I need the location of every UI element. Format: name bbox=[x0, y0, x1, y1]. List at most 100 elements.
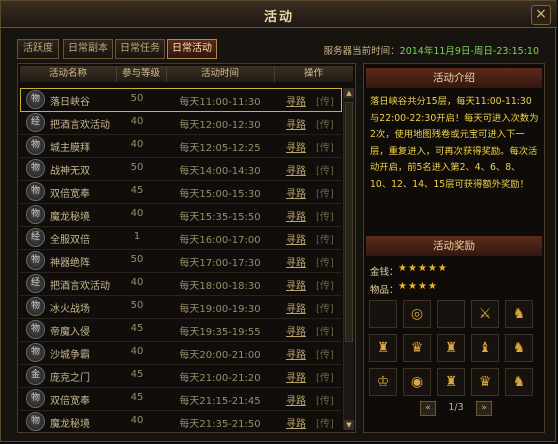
bracer-icon[interactable]: ♝ bbox=[471, 334, 499, 362]
activity-time: 每天11:00-11:30 bbox=[179, 97, 261, 108]
close-button[interactable]: × bbox=[531, 5, 551, 25]
activity-type-icon: 经 bbox=[26, 228, 45, 247]
activity-time: 每天19:35-19:55 bbox=[179, 327, 261, 338]
scroll-down-button[interactable]: ▼ bbox=[344, 420, 354, 430]
medal-icon[interactable]: ◎ bbox=[403, 300, 431, 328]
table-row[interactable]: 物双倍宽奉 45 每天15:00-15:30 寻路 [传] bbox=[20, 180, 342, 204]
teleport-link[interactable]: [传] bbox=[316, 162, 334, 177]
pathfind-link[interactable]: 寻路 bbox=[286, 369, 306, 384]
table-row[interactable]: 物魔龙秘境 40 每天21:35-21:50 寻路 [传] bbox=[20, 410, 342, 432]
pathfind-link[interactable]: 寻路 bbox=[286, 139, 306, 154]
table-row[interactable]: 经把酒言欢活动 40 每天12:00-12:30 寻路 [传] bbox=[20, 111, 342, 135]
table-row[interactable]: 经全服双倍 1 每天16:00-17:00 寻路 [传] bbox=[20, 226, 342, 250]
teleport-link[interactable]: [传] bbox=[316, 139, 334, 154]
pathfind-link[interactable]: 寻路 bbox=[286, 116, 306, 131]
table-header: 活动名称 参与等级 活动时间 操作 bbox=[20, 66, 353, 82]
pathfind-link[interactable]: 寻路 bbox=[286, 93, 306, 108]
pathfind-link[interactable]: 寻路 bbox=[286, 162, 306, 177]
pathfind-link[interactable]: 寻路 bbox=[286, 254, 306, 269]
table-row[interactable]: 物城主膜拜 40 每天12:05-12:25 寻路 [传] bbox=[20, 134, 342, 158]
scroll-thumb[interactable] bbox=[345, 102, 353, 342]
teleport-link[interactable]: [传] bbox=[316, 323, 334, 338]
prev-page-button[interactable]: « bbox=[420, 401, 436, 416]
activity-name: 庞克之门 bbox=[50, 373, 90, 384]
star-icon: ★ bbox=[417, 281, 428, 292]
teleport-link[interactable]: [传] bbox=[316, 277, 334, 292]
tab-daily-dungeon[interactable]: 日常副本 bbox=[63, 39, 113, 59]
pathfind-link[interactable]: 寻路 bbox=[286, 231, 306, 246]
star-icon: ★ bbox=[437, 263, 448, 274]
pathfind-link[interactable]: 寻路 bbox=[286, 346, 306, 361]
intro-header: 活动介绍 bbox=[366, 68, 542, 88]
table-row[interactable]: 经把酒言欢活动 40 每天18:00-18:30 寻路 [传] bbox=[20, 272, 342, 296]
empty-slot[interactable] bbox=[369, 300, 397, 328]
teleport-link[interactable]: [传] bbox=[316, 415, 334, 430]
boots-icon[interactable]: ♞ bbox=[505, 368, 533, 396]
table-row[interactable]: 物冰火战场 50 每天19:00-19:30 寻路 [传] bbox=[20, 295, 342, 319]
pathfind-link[interactable]: 寻路 bbox=[286, 208, 306, 223]
activity-level: 50 bbox=[130, 254, 144, 265]
table-row[interactable]: 物双倍宽奉 45 每天21:15-21:45 寻路 [传] bbox=[20, 387, 342, 411]
server-time-value: 2014年11月9日-周日-23:15:10 bbox=[399, 46, 539, 57]
activity-level: 45 bbox=[130, 323, 144, 334]
armor-icon[interactable]: ♞ bbox=[505, 300, 533, 328]
activity-name: 神器绝阵 bbox=[50, 258, 90, 269]
ring-icon[interactable]: ◉ bbox=[403, 368, 431, 396]
activity-time: 每天17:00-17:30 bbox=[179, 258, 261, 269]
pathfind-link[interactable]: 寻路 bbox=[286, 415, 306, 430]
pathfind-link[interactable]: 寻路 bbox=[286, 323, 306, 338]
sword-icon[interactable]: ⚔ bbox=[471, 300, 499, 328]
teleport-link[interactable]: [传] bbox=[316, 93, 334, 108]
header-time: 活动时间 bbox=[166, 66, 275, 82]
activity-level: 40 bbox=[130, 208, 144, 219]
table-row[interactable]: 金庞克之门 45 每天21:00-21:20 寻路 [传] bbox=[20, 364, 342, 388]
pathfind-link[interactable]: 寻路 bbox=[286, 277, 306, 292]
teleport-link[interactable]: [传] bbox=[316, 300, 334, 315]
teleport-link[interactable]: [传] bbox=[316, 254, 334, 269]
armor-icon[interactable]: ♜ bbox=[437, 368, 465, 396]
empty-slot[interactable] bbox=[437, 300, 465, 328]
helmet-icon[interactable]: ♛ bbox=[403, 334, 431, 362]
table-body: 物落日峡谷 50 每天11:00-11:30 寻路 [传] 经把酒言欢活动 40 每天12:0… bbox=[20, 88, 342, 432]
table-row[interactable]: 物帝魔入侵 45 每天19:35-19:55 寻路 [传] bbox=[20, 318, 342, 342]
activity-time: 每天21:00-21:20 bbox=[179, 373, 261, 384]
table-row[interactable]: 物落日峡谷 50 每天11:00-11:30 寻路 [传] bbox=[20, 88, 342, 112]
teleport-link[interactable]: [传] bbox=[316, 116, 334, 131]
tab-daily-quest[interactable]: 日常任务 bbox=[115, 39, 165, 59]
pathfind-link[interactable]: 寻路 bbox=[286, 392, 306, 407]
boots-icon[interactable]: ♞ bbox=[505, 334, 533, 362]
ring-icon[interactable]: ♔ bbox=[369, 368, 397, 396]
armor-icon[interactable]: ♜ bbox=[369, 334, 397, 362]
helmet-icon[interactable]: ♛ bbox=[471, 368, 499, 396]
activity-time: 每天14:00-14:30 bbox=[179, 166, 261, 177]
table-row[interactable]: 物神器绝阵 50 每天17:00-17:30 寻路 [传] bbox=[20, 249, 342, 273]
table-row[interactable]: 物战神无双 50 每天14:00-14:30 寻路 [传] bbox=[20, 157, 342, 181]
star-icon: ★ bbox=[398, 281, 408, 292]
teleport-link[interactable]: [传] bbox=[316, 185, 334, 200]
teleport-link[interactable]: [传] bbox=[316, 346, 334, 361]
scroll-up-button[interactable]: ▲ bbox=[344, 88, 354, 98]
teleport-link[interactable]: [传] bbox=[316, 231, 334, 246]
tab-activity-points[interactable]: 活跃度 bbox=[17, 39, 59, 59]
activity-type-icon: 物 bbox=[26, 251, 45, 270]
activity-level: 45 bbox=[130, 392, 144, 403]
teleport-link[interactable]: [传] bbox=[316, 208, 334, 223]
activity-time: 每天16:00-17:00 bbox=[179, 235, 261, 246]
title-bar[interactable]: 活动 × bbox=[1, 1, 557, 28]
star-icon: ★ bbox=[417, 263, 428, 274]
teleport-link[interactable]: [传] bbox=[316, 369, 334, 384]
armor-icon[interactable]: ♜ bbox=[437, 334, 465, 362]
table-row[interactable]: 物魔龙秘境 40 每天15:35-15:50 寻路 [传] bbox=[20, 203, 342, 227]
activity-time: 每天15:35-15:50 bbox=[179, 212, 261, 223]
pathfind-link[interactable]: 寻路 bbox=[286, 185, 306, 200]
activity-name: 全服双倍 bbox=[50, 235, 90, 246]
server-time: 服务器当前时间：2014年11月9日-周日-23:15:10 bbox=[324, 43, 539, 57]
table-row[interactable]: 物沙城争霸 40 每天20:00-21:00 寻路 [传] bbox=[20, 341, 342, 365]
teleport-link[interactable]: [传] bbox=[316, 392, 334, 407]
pathfind-link[interactable]: 寻路 bbox=[286, 300, 306, 315]
next-page-button[interactable]: » bbox=[476, 401, 492, 416]
scrollbar[interactable]: ▲ ▼ bbox=[343, 88, 354, 430]
activity-level: 50 bbox=[130, 300, 144, 311]
tab-daily-activity[interactable]: 日常活动 bbox=[167, 39, 217, 59]
activity-type-icon: 物 bbox=[26, 320, 45, 339]
